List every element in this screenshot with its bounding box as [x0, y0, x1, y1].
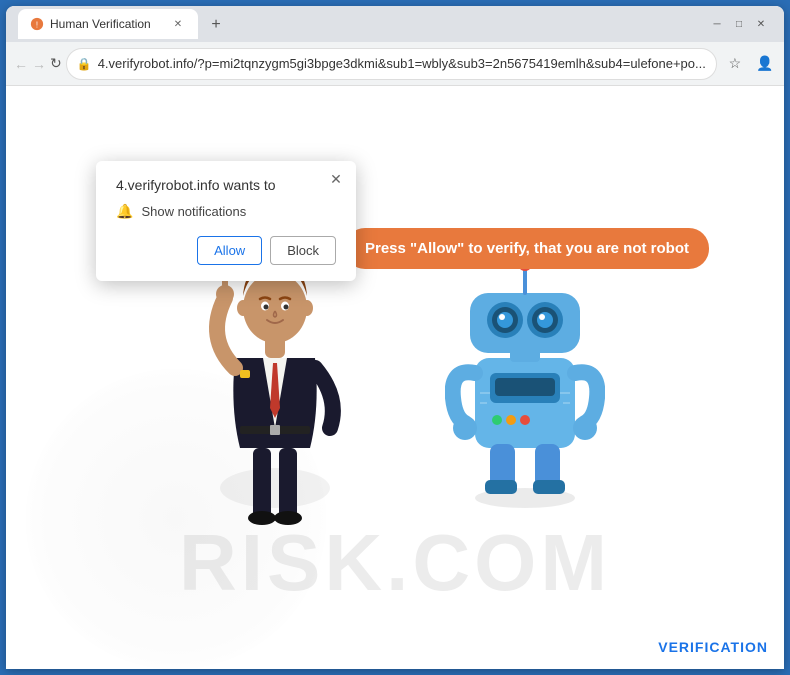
lock-icon: 🔒 — [77, 57, 92, 71]
url-text: 4.verifyrobot.info/?p=mi2tqnzygm5gi3bpge… — [98, 56, 706, 71]
browser-window: ! Human Verification ✕ + ─ □ ✕ ← → ↻ 🔒 4… — [6, 6, 784, 669]
address-bar: ← → ↻ 🔒 4.verifyrobot.info/?p=mi2tqnzygm… — [6, 42, 784, 86]
new-tab-button[interactable]: + — [202, 11, 230, 39]
forward-button[interactable]: → — [32, 50, 46, 78]
popup-title: 4.verifyrobot.info wants to — [116, 177, 336, 193]
popup-buttons: Allow Block — [116, 236, 336, 265]
profile-button[interactable]: 👤 — [751, 50, 779, 78]
toolbar-icons: ☆ 👤 ⋮ — [721, 50, 784, 78]
robot-figure — [445, 248, 605, 508]
allow-button[interactable]: Allow — [197, 236, 262, 265]
title-bar: ! Human Verification ✕ + ─ □ ✕ — [6, 6, 784, 42]
window-controls: ─ □ ✕ — [710, 17, 768, 31]
popup-notification-row: 🔔 Show notifications — [116, 203, 336, 220]
bell-icon: 🔔 — [116, 203, 133, 220]
notification-popup: ✕ 4.verifyrobot.info wants to 🔔 Show not… — [96, 161, 356, 281]
bookmark-button[interactable]: ☆ — [721, 50, 749, 78]
verification-label: VERIFICATION — [658, 639, 768, 655]
speech-text: Press "Allow" to verify, that you are no… — [365, 240, 689, 257]
robot-svg — [445, 248, 605, 508]
tab-favicon: ! — [30, 17, 44, 31]
minimize-button[interactable]: ─ — [710, 17, 724, 31]
close-tab-button[interactable]: ✕ — [170, 16, 186, 32]
back-button[interactable]: ← — [14, 50, 28, 78]
maximize-button[interactable]: □ — [732, 17, 746, 31]
url-bar[interactable]: 🔒 4.verifyrobot.info/?p=mi2tqnzygm5gi3bp… — [66, 48, 717, 80]
page-content: RISK.COM Press "Allow" to verify, that y… — [6, 86, 784, 669]
menu-button[interactable]: ⋮ — [781, 50, 784, 78]
popup-close-button[interactable]: ✕ — [326, 169, 346, 189]
reload-button[interactable]: ↻ — [50, 50, 62, 78]
close-button[interactable]: ✕ — [754, 17, 768, 31]
block-button[interactable]: Block — [270, 236, 336, 265]
tab-title: Human Verification — [50, 17, 164, 31]
popup-notification-text: Show notifications — [141, 204, 246, 219]
speech-bubble: Press "Allow" to verify, that you are no… — [345, 228, 709, 269]
active-tab[interactable]: ! Human Verification ✕ — [18, 9, 198, 39]
svg-text:!: ! — [36, 21, 38, 30]
tab-bar: ! Human Verification ✕ + — [14, 9, 706, 39]
